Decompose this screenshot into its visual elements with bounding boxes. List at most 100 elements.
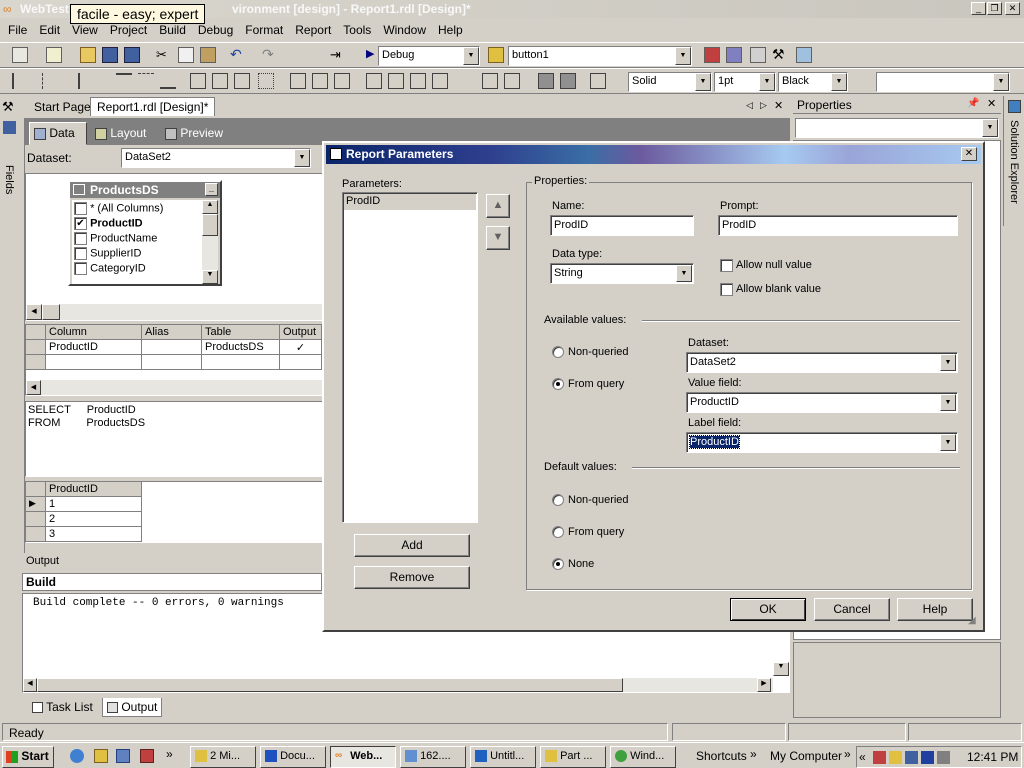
border-icon[interactable] [590,73,606,89]
avail-dataset-select[interactable]: DataSet2 ▼ [686,352,958,373]
allow-null-checkbox[interactable] [720,259,733,272]
task-item[interactable]: 2 Mi... [190,746,256,768]
dialog-close-button[interactable]: ✕ [961,147,977,161]
output-pane-combo[interactable]: Build [22,573,322,591]
name-field[interactable]: ProdID [550,215,694,236]
center-horizontally-icon[interactable] [482,73,498,89]
redo-icon[interactable]: ↷ [262,46,278,62]
results-row-selector[interactable]: ▶ [26,497,46,512]
solution-config-combo[interactable]: Debug ▼ [378,46,480,66]
avail-nonqueried-radio[interactable] [552,346,564,358]
grid-hscrollbar[interactable]: ◀ [26,380,322,395]
chevron-down-icon[interactable]: ▼ [294,149,310,167]
def-none-label[interactable]: None [568,558,594,570]
task-item[interactable]: Part ... [540,746,606,768]
minimize-button[interactable]: _ [971,2,986,15]
menu-help[interactable]: Help [432,20,469,40]
datatype-select[interactable]: String ▼ [550,263,694,284]
resize-grip-icon[interactable]: ◢ [968,615,976,626]
align-bottom-icon[interactable] [160,73,176,89]
line-style-combo[interactable]: Solid ▼ [628,72,712,92]
navigate-icon[interactable]: ⇥ [330,47,346,63]
dataset-combo[interactable]: DataSet2 ▼ [121,148,311,168]
results-cell[interactable]: 2 [46,512,142,527]
scroll-left-icon[interactable]: ◀ [23,678,37,692]
sql-pane[interactable]: SELECT ProductID FROM ProductsDS [25,401,323,477]
menu-report[interactable]: Report [289,20,337,40]
quicklaunch-outlook-icon[interactable] [94,749,108,763]
table-box-scrollbar[interactable]: ▲ ▼ [202,200,218,284]
font-combo[interactable]: ▼ [876,72,1010,92]
output-hscrollbar[interactable]: ◀ ▶ [23,678,773,692]
grid-cell-empty[interactable] [142,355,202,370]
scroll-thumb[interactable] [37,678,623,692]
column-row[interactable]: SupplierID [74,247,141,262]
chevron-down-icon[interactable]: ▼ [675,47,691,65]
parameter-item[interactable]: ProdID [344,194,476,210]
copy-icon[interactable] [178,47,194,63]
avail-fromquery-label[interactable]: From query [568,378,624,390]
align-middle-icon[interactable] [138,73,154,89]
tab-scroll-left-icon[interactable]: ◁ [746,100,753,111]
column-row[interactable]: ✔ ProductID [74,217,143,232]
results-cell[interactable]: 1 [46,497,142,512]
find-combo[interactable]: button1 ▼ [508,46,692,66]
send-to-back-icon[interactable] [560,73,576,89]
value-field-select[interactable]: ProductID ▼ [686,392,958,413]
grid-cell-column[interactable]: ProductID [46,340,142,355]
shortcuts-toolbar-label[interactable]: Shortcuts [696,749,747,763]
column-checkbox[interactable] [74,232,87,245]
same-height-icon[interactable] [212,73,228,89]
align-left-icon[interactable] [12,73,28,89]
scroll-thumb[interactable] [42,304,60,320]
menu-project[interactable]: Project [104,20,153,40]
task-item[interactable]: Wind... [610,746,676,768]
results-row-selector[interactable] [26,512,46,527]
grid-cell-table[interactable]: ProductsDS [202,340,280,355]
save-all-icon[interactable] [124,47,140,63]
remove-button[interactable]: Remove [354,566,470,589]
subtab-layout[interactable]: Layout [91,124,150,142]
solution-explorer-tab[interactable]: Solution Explorer [1008,120,1020,204]
tray-icon[interactable] [889,751,902,764]
tools-icon[interactable]: ⚒ [772,46,788,62]
mycomputer-toolbar-label[interactable]: My Computer [770,749,842,763]
new-project-icon[interactable] [12,47,28,63]
parameters-list[interactable]: ProdID [342,192,478,523]
results-row-selector[interactable] [26,527,46,542]
scroll-right-icon[interactable]: ▶ [757,678,771,692]
scroll-left-icon[interactable]: ◀ [26,304,42,320]
chevron-down-icon[interactable]: ▼ [940,354,956,371]
allow-blank-label[interactable]: Allow blank value [736,283,821,295]
mycomputer-more-icon[interactable]: » [844,747,851,761]
allow-blank-checkbox[interactable] [720,283,733,296]
vspace-remove-icon[interactable] [432,73,448,89]
grid-cell-empty[interactable] [202,355,280,370]
label-field-select[interactable]: ProductID ▼ [686,432,958,453]
column-checkbox[interactable] [74,202,87,215]
menu-build[interactable]: Build [153,20,192,40]
chevron-down-icon[interactable]: ▼ [676,265,692,282]
tab-scroll-right-icon[interactable]: ▷ [760,100,767,111]
cancel-button[interactable]: Cancel [814,598,890,621]
tab-report1-design[interactable]: Report1.rdl [Design]* [90,97,216,116]
scroll-down-icon[interactable]: ▼ [773,662,789,676]
column-row[interactable]: * (All Columns) [74,202,163,217]
vspace-inc-icon[interactable] [388,73,404,89]
menu-window[interactable]: Window [377,20,432,40]
grid-row-selector[interactable] [26,340,46,355]
tab-start-page[interactable]: Start Page [34,100,91,114]
table-box-minimize-button[interactable]: _ [205,183,218,196]
align-top-icon[interactable] [116,73,132,89]
menu-tools[interactable]: Tools [337,20,377,40]
hspace-inc-icon[interactable] [312,73,328,89]
quicklaunch-app2-icon[interactable] [140,749,154,763]
def-none-radio[interactable] [552,558,564,570]
menu-edit[interactable]: Edit [33,20,66,40]
scroll-down-icon[interactable]: ▼ [202,270,218,284]
paste-icon[interactable] [200,47,216,63]
maximize-button[interactable]: ❐ [987,2,1002,15]
task-item[interactable]: Docu... [260,746,326,768]
quicklaunch-app-icon[interactable] [116,749,130,763]
results-cell[interactable]: 3 [46,527,142,542]
